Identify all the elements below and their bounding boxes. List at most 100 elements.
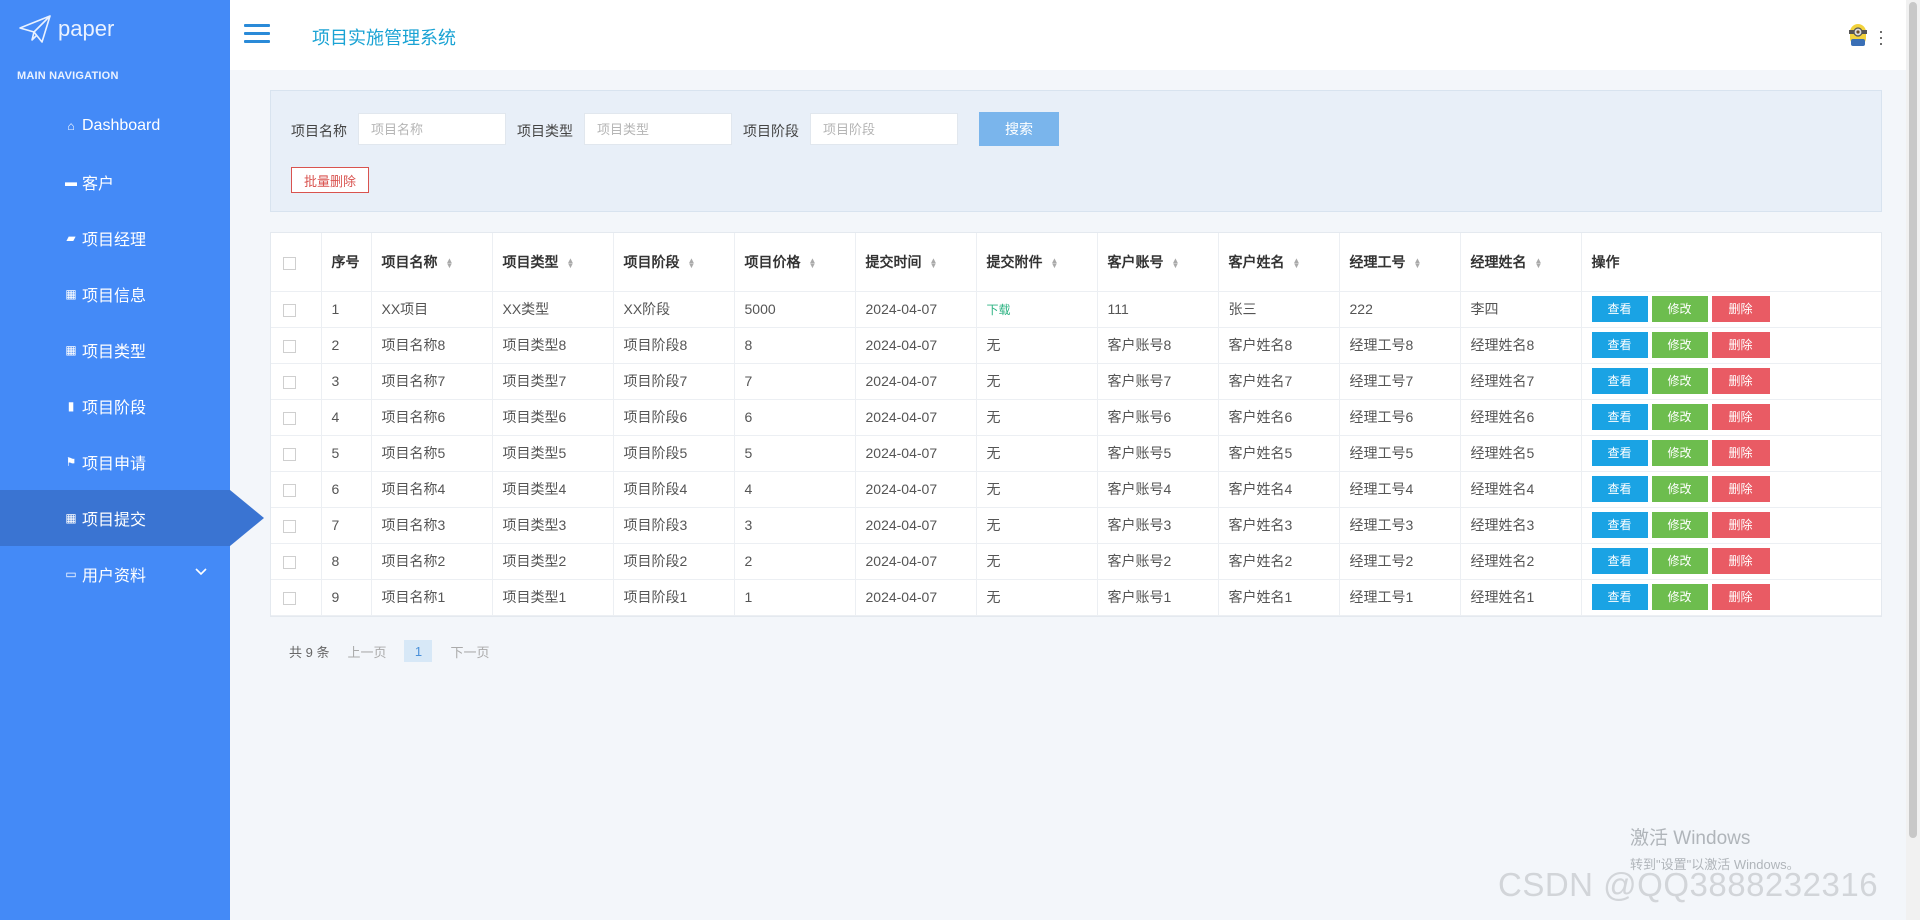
sidebar-item-dashboard[interactable]: ⌂ Dashboard <box>0 98 230 154</box>
page-scrollbar[interactable] <box>1906 0 1920 920</box>
sidebar-item-user-profile[interactable]: ▭ 用户资料 <box>0 546 230 602</box>
row-checkbox[interactable] <box>283 447 296 461</box>
row-checkbox[interactable] <box>283 483 296 497</box>
sidebar-item-customer[interactable]: ▬ 客户 <box>0 154 230 210</box>
row-select-cell <box>271 435 322 472</box>
prev-page-button[interactable]: 上一页 <box>347 642 386 661</box>
current-page[interactable]: 1 <box>404 640 433 662</box>
view-button[interactable]: 查看 <box>1591 548 1648 574</box>
table-cell: 项目类型1 <box>492 579 614 616</box>
sort-icon[interactable]: ▲ ▼ <box>809 257 817 270</box>
sidebar-item-project-stage[interactable]: ▮ 项目阶段 <box>0 378 230 434</box>
delete-button[interactable]: 删除 <box>1711 476 1770 502</box>
delete-button[interactable]: 删除 <box>1711 440 1770 466</box>
table-cell: 张三 <box>1218 291 1340 328</box>
delete-button[interactable]: 删除 <box>1711 368 1770 394</box>
menu-toggle-icon[interactable] <box>244 24 270 44</box>
column-header[interactable]: 客户姓名 ▲ ▼ <box>1218 233 1340 292</box>
column-header[interactable]: 项目阶段 ▲ ▼ <box>613 233 735 292</box>
sort-icon[interactable]: ▲ ▼ <box>1414 257 1422 270</box>
edit-button[interactable]: 修改 <box>1651 512 1708 538</box>
table-cell: 项目阶段5 <box>613 435 735 472</box>
column-header[interactable]: 经理工号 ▲ ▼ <box>1339 233 1461 292</box>
sort-icon[interactable]: ▲ ▼ <box>1051 257 1059 270</box>
cell-value: 客户账号4 <box>1107 481 1172 497</box>
delete-button[interactable]: 删除 <box>1711 296 1770 322</box>
sort-icon[interactable]: ▲ ▼ <box>688 257 696 270</box>
delete-button[interactable]: 删除 <box>1711 512 1770 538</box>
view-button[interactable]: 查看 <box>1591 512 1648 538</box>
edit-button[interactable]: 修改 <box>1651 548 1708 574</box>
table-cell: 2024-04-07 <box>855 435 977 472</box>
cell-value: 项目阶段4 <box>623 481 688 497</box>
sidebar-item-project-application[interactable]: ⚑ 项目申请 <box>0 434 230 490</box>
delete-button[interactable]: 删除 <box>1711 404 1770 430</box>
row-checkbox[interactable] <box>283 519 296 533</box>
table-cell: 经理姓名1 <box>1460 579 1582 616</box>
edit-button[interactable]: 修改 <box>1651 584 1708 610</box>
data-table: 序号 项目名称 ▲ ▼ 项目类型 ▲ ▼ 项目阶段 ▲ ▼ 项目价格 ▲ ▼ 提交时间 ▲ ▼ 提交附件 ▲ ▼ 客户… <box>270 232 1882 617</box>
column-header[interactable]: 经理姓名 ▲ ▼ <box>1460 233 1582 292</box>
sort-icon[interactable]: ▲ ▼ <box>446 257 454 270</box>
column-header[interactable]: 项目类型 ▲ ▼ <box>492 233 614 292</box>
sidebar-item-project-manager[interactable]: ▰ 项目经理 <box>0 210 230 266</box>
view-button[interactable]: 查看 <box>1591 476 1648 502</box>
sort-icon[interactable]: ▲ ▼ <box>1172 257 1180 270</box>
edit-button[interactable]: 修改 <box>1651 296 1708 322</box>
table-row: 6 项目名称4 项目类型4 项目阶段4 4 2024-04-07 无 客户账号4 客户姓名4 经理… <box>271 471 1881 508</box>
column-header[interactable]: 提交附件 ▲ ▼ <box>976 233 1098 292</box>
row-checkbox[interactable] <box>283 375 296 389</box>
cell-value: 客户账号1 <box>1107 589 1172 605</box>
view-button[interactable]: 查看 <box>1591 440 1648 466</box>
logo[interactable]: paper <box>18 14 114 44</box>
sort-icon[interactable]: ▲ ▼ <box>1293 257 1301 270</box>
batch-delete-button[interactable]: 批量删除 <box>291 167 369 193</box>
delete-button[interactable]: 删除 <box>1711 584 1770 610</box>
table-cell: XX阶段 <box>613 291 735 328</box>
view-button[interactable]: 查看 <box>1591 332 1648 358</box>
project-stage-input[interactable] <box>810 113 958 145</box>
edit-button[interactable]: 修改 <box>1651 440 1708 466</box>
sort-icon[interactable]: ▲ ▼ <box>1535 257 1543 270</box>
sidebar-item-project-info[interactable]: ▦ 项目信息 <box>0 266 230 322</box>
cell-value: 客户姓名6 <box>1228 409 1293 425</box>
search-button[interactable]: 搜索 <box>979 112 1059 146</box>
edit-button[interactable]: 修改 <box>1651 476 1708 502</box>
download-attachment-link[interactable]: 下载 <box>987 303 1011 317</box>
row-checkbox[interactable] <box>283 303 296 317</box>
edit-button[interactable]: 修改 <box>1651 404 1708 430</box>
more-options-icon[interactable]: · · · <box>1878 22 1884 52</box>
cell-value: 经理姓名6 <box>1470 409 1535 425</box>
view-button[interactable]: 查看 <box>1591 368 1648 394</box>
delete-button[interactable]: 删除 <box>1711 332 1770 358</box>
row-checkbox[interactable] <box>283 591 296 605</box>
row-checkbox[interactable] <box>283 339 296 353</box>
column-header[interactable]: 提交时间 ▲ ▼ <box>855 233 977 292</box>
next-page-button[interactable]: 下一页 <box>450 642 489 661</box>
edit-button[interactable]: 修改 <box>1651 368 1708 394</box>
column-header[interactable]: 客户账号 ▲ ▼ <box>1097 233 1219 292</box>
edit-button[interactable]: 修改 <box>1651 332 1708 358</box>
row-checkbox[interactable] <box>283 411 296 425</box>
avatar[interactable] <box>1846 22 1870 48</box>
actions-cell: 查看 修改 删除 <box>1581 579 1881 616</box>
table-cell: 客户姓名1 <box>1218 579 1340 616</box>
project-type-input[interactable] <box>584 113 732 145</box>
column-header-label: 经理姓名 <box>1470 253 1527 270</box>
delete-button[interactable]: 删除 <box>1711 548 1770 574</box>
view-button[interactable]: 查看 <box>1591 584 1648 610</box>
sidebar-item-project-submission[interactable]: ▦ 项目提交 <box>0 490 264 546</box>
select-all-checkbox[interactable] <box>283 256 296 270</box>
sort-icon[interactable]: ▲ ▼ <box>930 257 938 270</box>
sort-icon[interactable]: ▲ ▼ <box>567 257 575 270</box>
column-header[interactable]: 项目价格 ▲ ▼ <box>734 233 856 292</box>
column-header[interactable]: 项目名称 ▲ ▼ <box>371 233 493 292</box>
view-button[interactable]: 查看 <box>1591 296 1648 322</box>
project-name-input[interactable] <box>358 113 506 145</box>
row-checkbox[interactable] <box>283 555 296 569</box>
view-button[interactable]: 查看 <box>1591 404 1648 430</box>
table-cell: 客户姓名3 <box>1218 507 1340 544</box>
actions-cell: 查看 修改 删除 <box>1581 291 1881 328</box>
cell-value: 项目类型7 <box>502 373 567 389</box>
sidebar-item-project-type[interactable]: ▦ 项目类型 <box>0 322 230 378</box>
